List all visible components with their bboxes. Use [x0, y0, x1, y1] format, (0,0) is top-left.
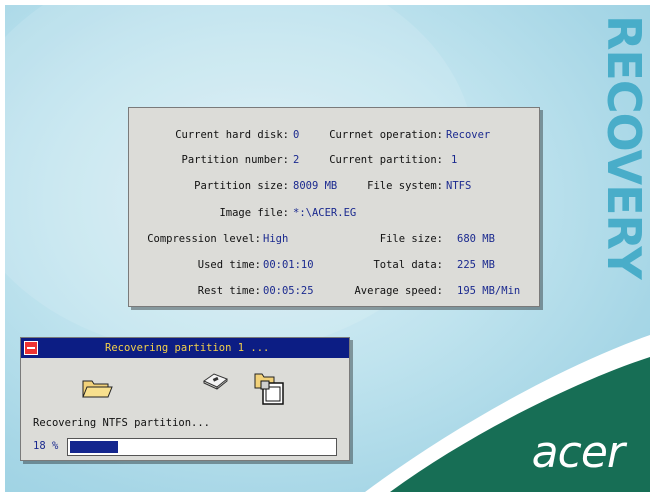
partition-size-label: Partition size: — [194, 180, 289, 192]
dialog-title: Recovering partition 1 ... — [105, 342, 270, 354]
image-file-value: *:\ACER.EG — [293, 207, 357, 219]
recovery-progress-dialog: Recovering partition 1 ... Recovering NT… — [20, 337, 350, 461]
progress-bar-fill — [70, 441, 118, 453]
compression-level-value: High — [263, 233, 289, 245]
info-row-7: Rest time: 00:05:25 Average speed: 195 M… — [129, 284, 539, 298]
current-hard-disk-label: Current hard disk: — [175, 129, 289, 141]
current-hard-disk-value: 0 — [293, 129, 300, 141]
current-partition-label: Current partition: — [329, 154, 443, 166]
progress-percent: 18 % — [33, 440, 59, 452]
dialog-titlebar: Recovering partition 1 ... — [21, 338, 349, 358]
recovery-progress-bar — [67, 438, 337, 456]
current-operation-value: Recover — [446, 129, 491, 141]
rest-time-value: 00:05:25 — [263, 285, 314, 297]
recovery-status-text: Recovering NTFS partition... — [33, 417, 211, 429]
info-row-1: Current hard disk: 0 Currnet operation: … — [129, 128, 539, 142]
info-row-4: Image file: *:\ACER.EG — [129, 206, 539, 220]
rest-time-label: Rest time: — [197, 285, 261, 297]
file-system-label: File system: — [367, 180, 443, 192]
file-size-value: 680 MB — [457, 233, 495, 245]
image-file-label: Image file: — [219, 207, 289, 219]
folder-icon — [82, 380, 113, 398]
folder-files-icon — [254, 373, 284, 405]
acer-logo: acer — [531, 427, 625, 478]
total-data-value: 225 MB — [457, 259, 495, 271]
system-menu-button[interactable] — [24, 341, 38, 355]
file-system-value: NTFS — [446, 180, 472, 192]
current-operation-label: Currnet operation: — [329, 129, 443, 141]
average-speed-value: 195 MB/Min — [457, 285, 521, 297]
file-size-label: File size: — [379, 233, 443, 245]
info-row-2: Partition number: 2 Current partition: 1 — [129, 153, 539, 167]
current-partition-value: 1 — [451, 154, 458, 166]
info-row-5: Compression level: High File size: 680 M… — [129, 232, 539, 246]
compression-level-label: Compression level: — [147, 233, 261, 245]
used-time-label: Used time: — [197, 259, 261, 271]
info-row-6: Used time: 00:01:10 Total data: 225 MB — [129, 258, 539, 272]
partition-size-value: 8009 MB — [293, 180, 338, 192]
disk-transfer-icon — [203, 373, 228, 390]
partition-number-label: Partition number: — [181, 154, 289, 166]
recovery-wordmark: RECOVERY — [597, 15, 650, 279]
recovery-info-panel: Current hard disk: 0 Currnet operation: … — [128, 107, 540, 307]
average-speed-label: Average speed: — [354, 285, 443, 297]
partition-number-value: 2 — [293, 154, 300, 166]
used-time-value: 00:01:10 — [263, 259, 314, 271]
total-data-label: Total data: — [373, 259, 443, 271]
info-row-3: Partition size: 8009 MB File system: NTF… — [129, 179, 539, 193]
